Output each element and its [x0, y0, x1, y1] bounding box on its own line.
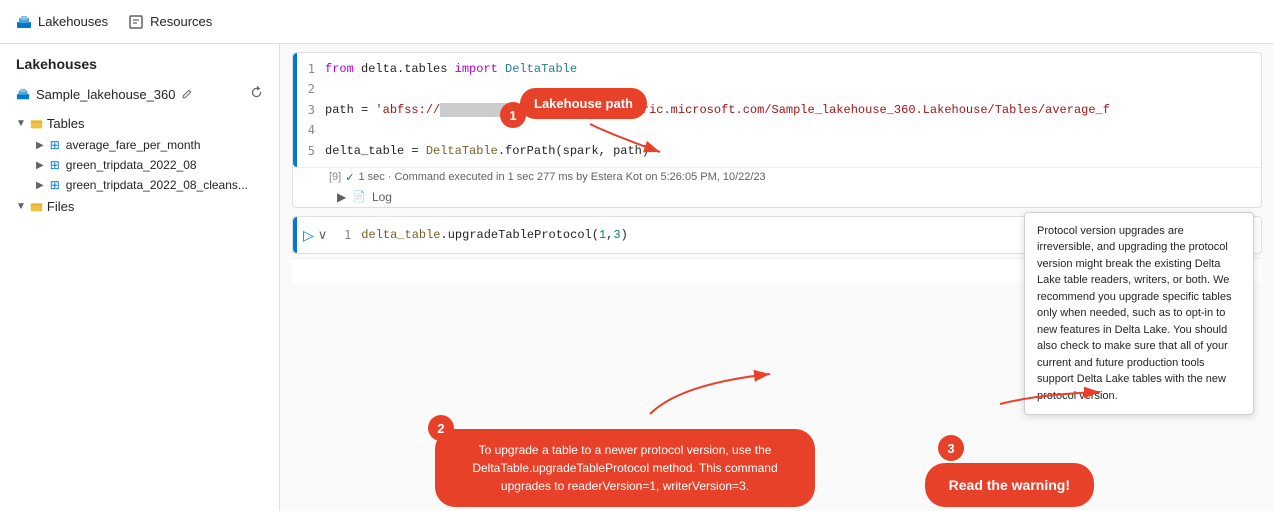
cell2-code-line-1: delta_table.upgradeTableProtocol(1,3)	[361, 225, 627, 245]
tables-label: Tables	[47, 116, 85, 131]
resources-label: Resources	[150, 14, 212, 29]
lakehouse-name[interactable]: Sample_lakehouse_360	[16, 87, 192, 102]
code-text: delta.tables	[354, 62, 455, 76]
linenum-2: 2	[307, 79, 315, 99]
path-var: path =	[325, 103, 375, 117]
log-file-icon: 📄	[352, 190, 366, 203]
table-name-label: average_fare_per_month	[66, 138, 201, 152]
lakehouses-label: Lakehouses	[38, 14, 108, 29]
cell2-container: ▷ ∨ 1 delta_table.upgradeTableProtocol(1…	[292, 216, 1262, 254]
paren-close: )	[621, 228, 628, 242]
files-header[interactable]: ▼ Files	[8, 195, 279, 218]
table-green-tripdata-cleans[interactable]: ▶ ⊞ green_tripdata_2022_08_cleans...	[8, 175, 279, 195]
upgrade-method: .upgradeTableProtocol(	[441, 228, 599, 242]
delta-var: delta_table =	[325, 144, 426, 158]
cell2-linenum-1: 1	[343, 225, 351, 245]
path-val: 'abfss://████████████████████ dfs.fabric…	[375, 103, 1110, 117]
code-line-5: delta_table = DeltaTable.forPath(spark, …	[325, 141, 1261, 161]
exec-bar: [9] ✓ 1 sec · Command executed in 1 sec …	[293, 167, 1261, 187]
exec-text: 1 sec · Command executed in 1 sec 277 ms…	[358, 171, 765, 183]
files-group: ▼ Files	[8, 195, 279, 218]
main-content: Lakehouses Sample_lakehouse_360	[0, 44, 1274, 511]
refresh-icon[interactable]	[250, 86, 263, 102]
tables-header[interactable]: ▼ Tables	[8, 112, 279, 135]
expand-icon3: ▶	[36, 180, 44, 191]
cell1-code[interactable]: from delta.tables import DeltaTable path…	[325, 59, 1261, 161]
tree-section: ▼ Tables ▶ ⊞ average_fare_per_month ▶	[0, 108, 279, 511]
expand-icon: ▶	[36, 140, 44, 151]
cell1-inner: 1 2 3 4 5 from delta.tables import Delta…	[297, 53, 1261, 167]
resources-icon	[128, 14, 144, 30]
run-button[interactable]: ▷	[303, 227, 314, 244]
cell2-code[interactable]: delta_table.upgradeTableProtocol(1,3)	[361, 225, 627, 245]
callout-3: Read the warning!	[925, 463, 1094, 507]
expand-icon2: ▶	[36, 160, 44, 171]
class-name: DeltaTable	[498, 62, 577, 76]
edit-icon	[182, 89, 192, 99]
cell2-controls: ▷ ∨	[297, 217, 333, 253]
kw-import: import	[455, 62, 498, 76]
code-cell-1: 1 2 3 4 5 from delta.tables import Delta…	[292, 52, 1262, 208]
table-name-label2: green_tripdata_2022_08	[66, 158, 197, 172]
tables-group: ▼ Tables ▶ ⊞ average_fare_per_month ▶	[8, 112, 279, 195]
table-grid-icon2: ⊞	[50, 158, 60, 172]
resources-nav[interactable]: Resources	[128, 14, 212, 30]
top-bar: Lakehouses Resources	[0, 0, 1274, 44]
arg2: 3	[613, 228, 620, 242]
kw-from: from	[325, 62, 354, 76]
cell2-line-numbers: 1	[333, 225, 361, 245]
cell1-body: 1 2 3 4 5 from delta.tables import Delta…	[293, 53, 1261, 167]
code-line-3: path = 'abfss://████████████████████ dfs…	[325, 100, 1261, 120]
callout-1: Lakehouse path	[520, 88, 647, 119]
lakehouses-nav[interactable]: Lakehouses	[16, 14, 108, 30]
code-line-4	[325, 120, 1261, 140]
table-grid-icon: ⊞	[50, 138, 60, 152]
tables-chevron: ▼	[16, 118, 26, 129]
upgrade-fn: delta_table	[361, 228, 440, 242]
annotation-bubble-3: 3	[938, 435, 964, 461]
log-expand-icon: ▶	[337, 190, 346, 204]
callout-2: To upgrade a table to a newer protocol v…	[435, 429, 815, 507]
lakehouse-nav-icon	[16, 87, 30, 101]
cell1-code-area: 1 2 3 4 5 from delta.tables import Delta…	[297, 59, 1261, 161]
run-more-button[interactable]: ∨	[318, 227, 328, 243]
sidebar: Lakehouses Sample_lakehouse_360	[0, 44, 280, 511]
exec-check: ✓	[345, 171, 354, 184]
linenum-4: 4	[307, 120, 315, 140]
table-green-tripdata[interactable]: ▶ ⊞ green_tripdata_2022_08	[8, 155, 279, 175]
warning-tooltip: Protocol version upgrades are irreversib…	[1024, 212, 1254, 416]
table-average-fare[interactable]: ▶ ⊞ average_fare_per_month	[8, 135, 279, 155]
log-label: Log	[372, 190, 392, 204]
editor-area: 1 2 3 4 5 from delta.tables import Delta…	[280, 44, 1274, 511]
files-label: Files	[47, 199, 74, 214]
lakehouse-name-label: Sample_lakehouse_360	[36, 87, 176, 102]
table-grid-icon3: ⊞	[50, 178, 60, 192]
warning-text: Protocol version upgrades are irreversib…	[1037, 225, 1231, 402]
files-chevron: ▼	[16, 201, 26, 212]
code-line-1: from delta.tables import DeltaTable	[325, 59, 1261, 79]
lakehouse-item: Sample_lakehouse_360	[0, 80, 279, 108]
files-folder-icon	[30, 200, 43, 213]
code-line-2	[325, 79, 1261, 99]
linenum-1: 1	[307, 59, 315, 79]
table-name-label3: green_tripdata_2022_08_cleans...	[66, 178, 248, 192]
sidebar-action-icons	[250, 86, 263, 102]
tables-folder-icon	[30, 117, 43, 130]
exec-num: [9]	[329, 171, 341, 183]
lakehouses-icon	[16, 14, 32, 30]
sidebar-title: Lakehouses	[0, 44, 279, 80]
fn-deltaTable: DeltaTable	[426, 144, 498, 158]
linenum-5: 5	[307, 141, 315, 161]
linenum-3: 3	[307, 100, 315, 120]
fn-forpath: .forPath(spark, path)	[498, 144, 649, 158]
cell1-line-numbers: 1 2 3 4 5	[297, 59, 325, 161]
log-row[interactable]: ▶ 📄 Log	[293, 187, 1261, 207]
